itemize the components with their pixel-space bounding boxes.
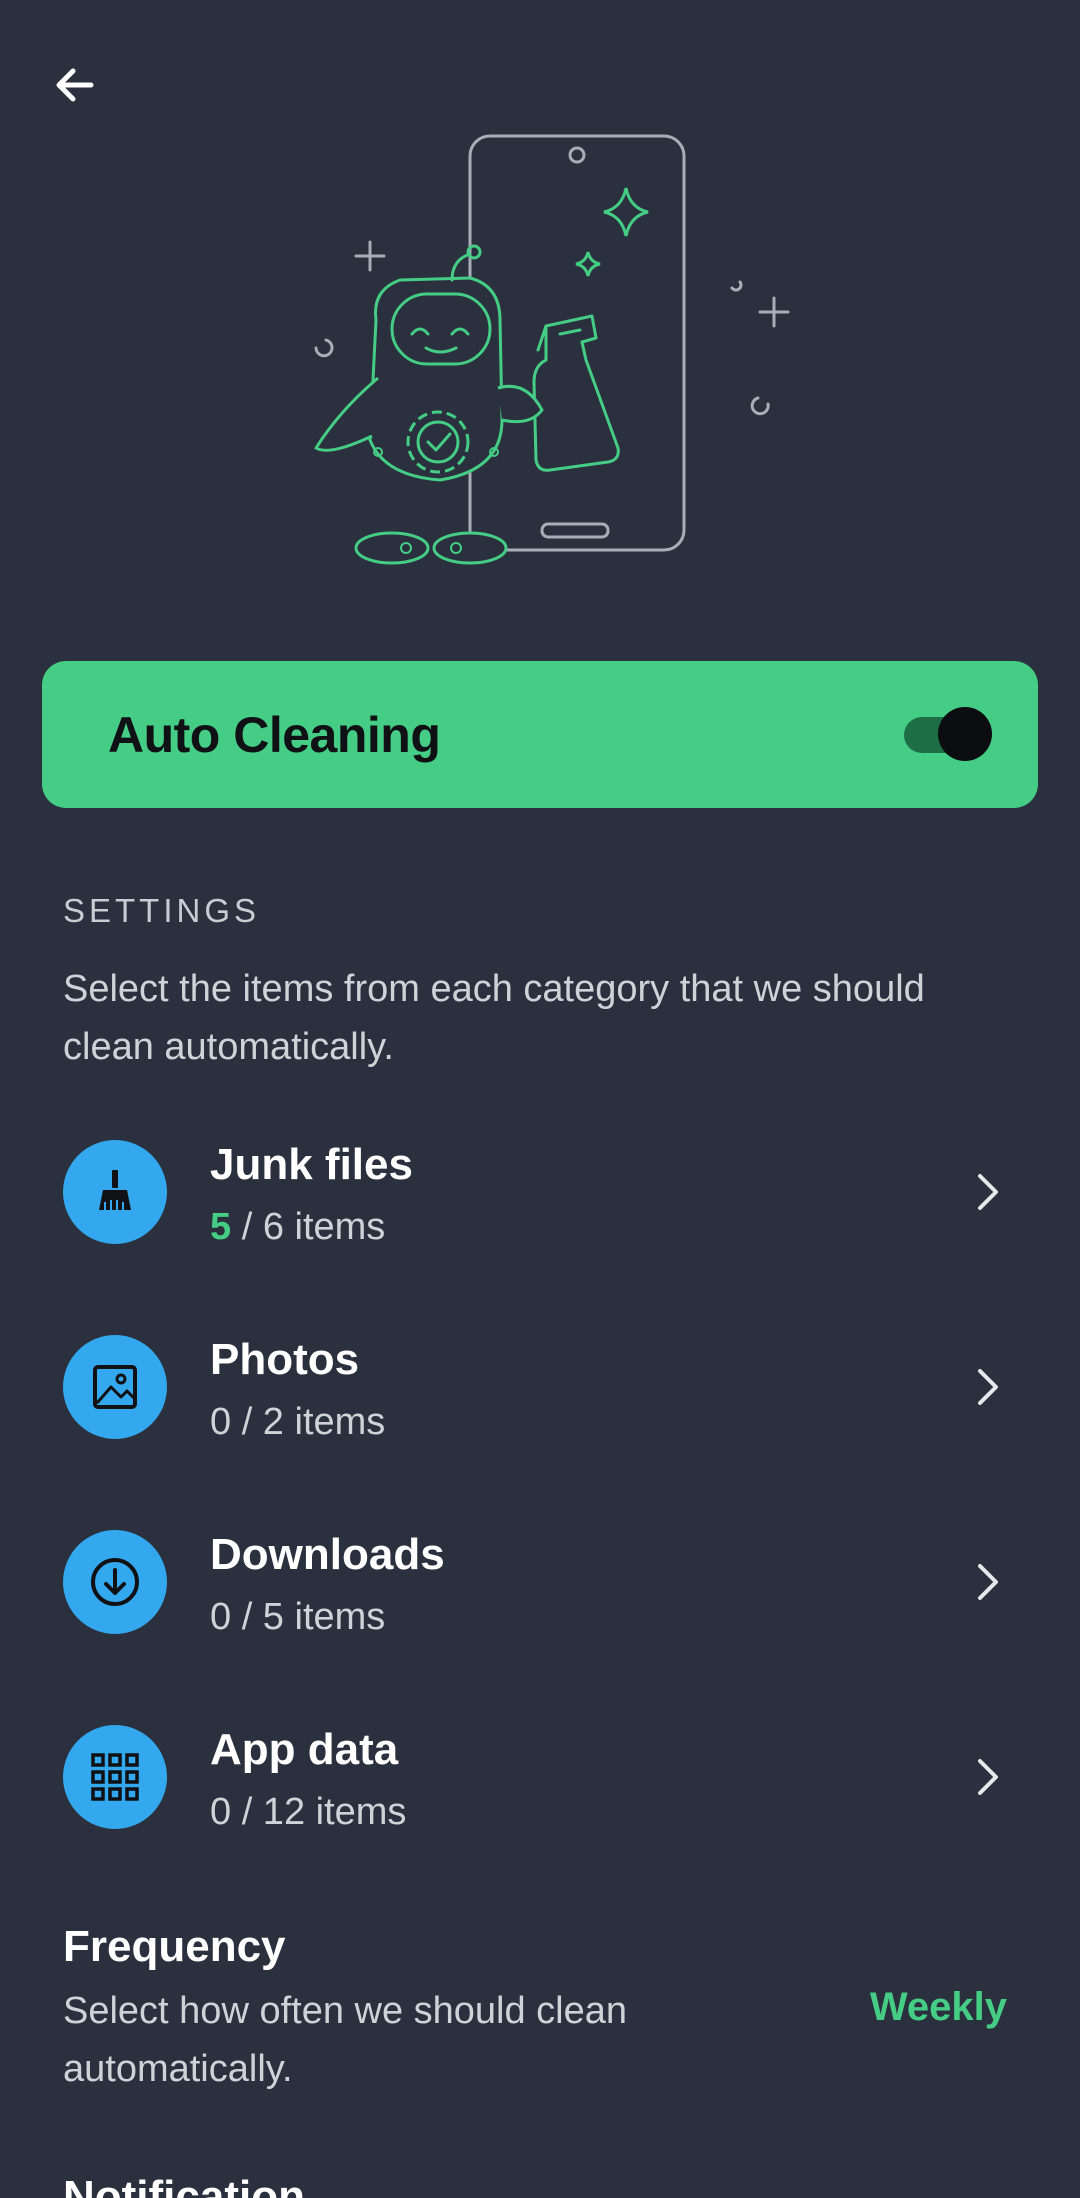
arrow-left-icon: [56, 68, 94, 102]
image-icon: [63, 1335, 167, 1439]
selected-count: 5: [210, 1206, 232, 1248]
category-downloads[interactable]: Downloads 0 / 5 items: [0, 1510, 1080, 1660]
chevron-right-icon: [978, 1174, 998, 1210]
category-app-data[interactable]: App data 0 / 12 items: [0, 1705, 1080, 1855]
auto-cleaning-card: Auto Cleaning: [42, 661, 1038, 808]
category-title: Photos: [210, 1335, 360, 1384]
chevron-right-icon: [978, 1564, 998, 1600]
download-icon: [63, 1530, 167, 1634]
category-title: Downloads: [210, 1530, 445, 1579]
category-count: 5 / 6 items: [210, 1206, 385, 1249]
category-count: 0 / 12 items: [210, 1791, 407, 1833]
frequency-description: Select how often we should clean automat…: [63, 1990, 628, 2090]
category-junk-files[interactable]: Junk files 5 / 6 items: [0, 1120, 1080, 1270]
total-count: / 6 items: [231, 1206, 386, 1248]
category-count: 0 / 5 items: [210, 1596, 386, 1638]
back-button[interactable]: [40, 50, 110, 120]
auto-cleaning-toggle[interactable]: [904, 706, 992, 761]
chevron-right-icon: [978, 1369, 998, 1405]
frequency-title: Frequency: [63, 1922, 286, 1971]
frequency-value-button[interactable]: Weekly: [870, 1985, 1007, 2030]
chevron-right-icon: [978, 1759, 998, 1795]
category-count: 0 / 2 items: [210, 1401, 386, 1443]
settings-description: Select the items from each category that…: [63, 968, 925, 1068]
broom-icon: [63, 1140, 167, 1244]
category-photos[interactable]: Photos 0 / 2 items: [0, 1315, 1080, 1465]
notification-title: Notification: [63, 2172, 305, 2198]
apps-grid-icon: [63, 1725, 167, 1829]
robot-cleaning-phone-illustration: [280, 120, 820, 580]
category-title: Junk files: [210, 1140, 413, 1189]
category-title: App data: [210, 1725, 399, 1774]
auto-cleaning-label: Auto Cleaning: [108, 706, 441, 763]
settings-section-label: SETTINGS: [63, 892, 261, 929]
toggle-thumb: [938, 706, 992, 761]
